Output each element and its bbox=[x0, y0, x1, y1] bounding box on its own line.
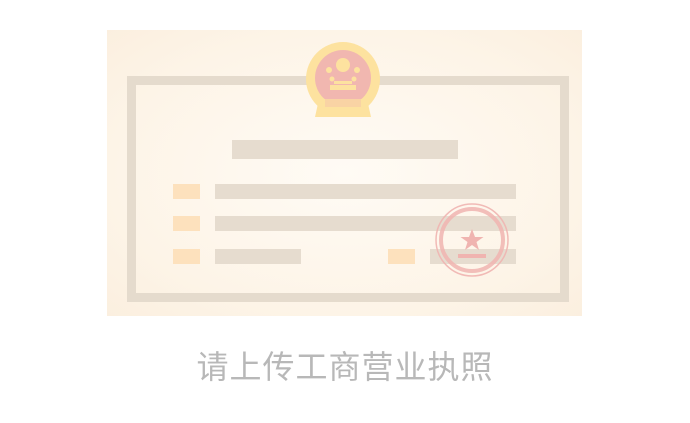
business-license-upload-area[interactable]: 请上传工商营业执照 bbox=[0, 0, 690, 423]
field-label-placeholder bbox=[173, 216, 200, 231]
field-value-placeholder bbox=[215, 184, 516, 199]
official-seal-icon bbox=[435, 203, 509, 277]
license-placeholder-illustration bbox=[107, 30, 582, 316]
upload-prompt-text: 请上传工商营业执照 bbox=[196, 348, 494, 386]
license-title-placeholder bbox=[232, 140, 458, 159]
field-label-placeholder bbox=[388, 249, 415, 264]
national-emblem-icon bbox=[306, 42, 380, 117]
field-value-placeholder bbox=[215, 249, 301, 264]
field-label-placeholder bbox=[173, 249, 200, 264]
field-label-placeholder bbox=[173, 184, 200, 199]
